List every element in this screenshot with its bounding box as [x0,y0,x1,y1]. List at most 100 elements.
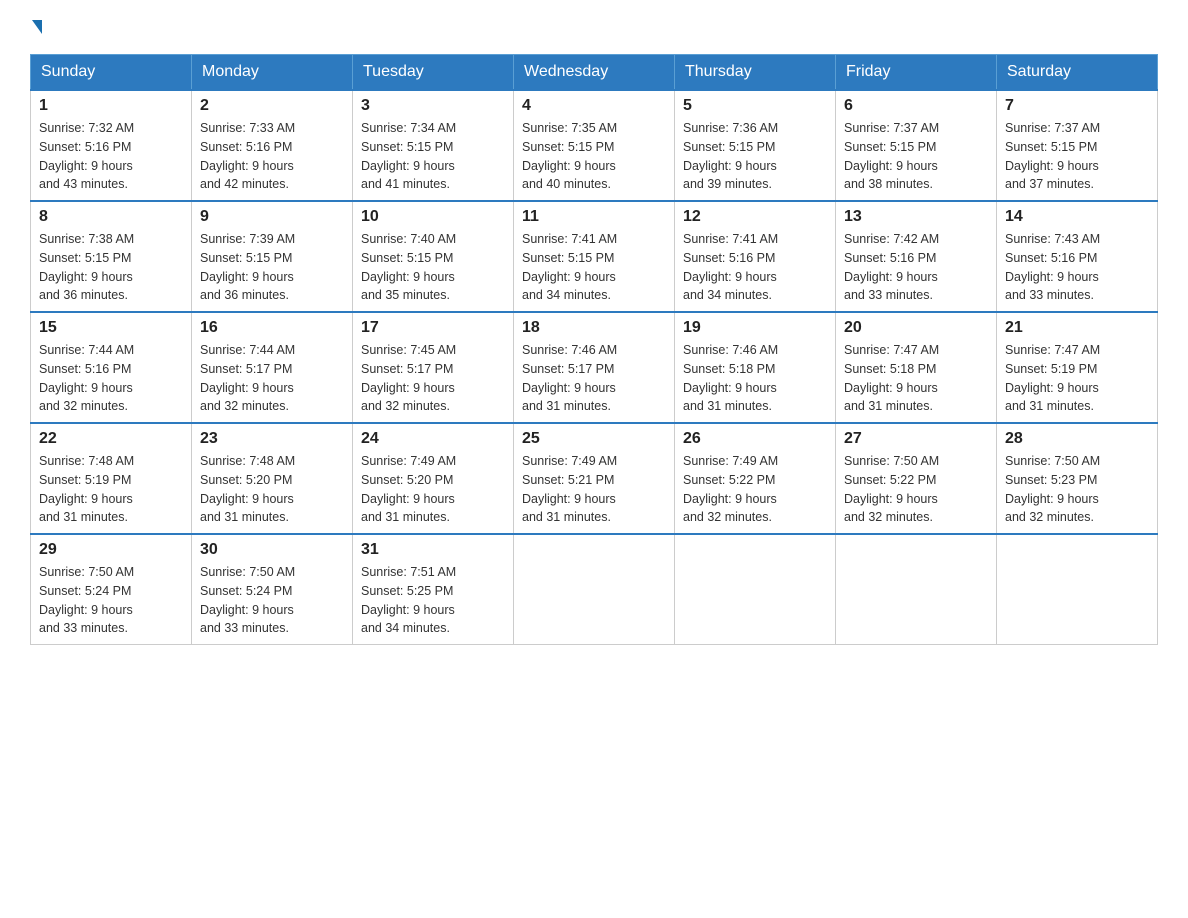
calendar-week-row: 22 Sunrise: 7:48 AM Sunset: 5:19 PM Dayl… [31,423,1158,534]
day-info: Sunrise: 7:49 AM Sunset: 5:20 PM Dayligh… [361,452,505,527]
day-of-week-header: Friday [836,55,997,91]
day-number: 11 [522,208,666,226]
calendar-day-cell: 24 Sunrise: 7:49 AM Sunset: 5:20 PM Dayl… [353,423,514,534]
calendar-day-cell: 10 Sunrise: 7:40 AM Sunset: 5:15 PM Dayl… [353,201,514,312]
day-number: 27 [844,430,988,448]
day-number: 5 [683,97,827,115]
day-info: Sunrise: 7:50 AM Sunset: 5:24 PM Dayligh… [200,563,344,638]
day-info: Sunrise: 7:47 AM Sunset: 5:18 PM Dayligh… [844,341,988,416]
day-info: Sunrise: 7:37 AM Sunset: 5:15 PM Dayligh… [844,119,988,194]
day-info: Sunrise: 7:40 AM Sunset: 5:15 PM Dayligh… [361,230,505,305]
day-info: Sunrise: 7:44 AM Sunset: 5:17 PM Dayligh… [200,341,344,416]
day-number: 14 [1005,208,1149,226]
day-number: 6 [844,97,988,115]
calendar-day-cell: 21 Sunrise: 7:47 AM Sunset: 5:19 PM Dayl… [997,312,1158,423]
day-info: Sunrise: 7:42 AM Sunset: 5:16 PM Dayligh… [844,230,988,305]
calendar-day-cell: 23 Sunrise: 7:48 AM Sunset: 5:20 PM Dayl… [192,423,353,534]
day-number: 24 [361,430,505,448]
calendar-header-row: SundayMondayTuesdayWednesdayThursdayFrid… [31,55,1158,91]
calendar-day-cell [836,534,997,645]
calendar-week-row: 15 Sunrise: 7:44 AM Sunset: 5:16 PM Dayl… [31,312,1158,423]
day-info: Sunrise: 7:41 AM Sunset: 5:16 PM Dayligh… [683,230,827,305]
day-info: Sunrise: 7:48 AM Sunset: 5:19 PM Dayligh… [39,452,183,527]
day-number: 21 [1005,319,1149,337]
day-info: Sunrise: 7:39 AM Sunset: 5:15 PM Dayligh… [200,230,344,305]
calendar-day-cell: 6 Sunrise: 7:37 AM Sunset: 5:15 PM Dayli… [836,90,997,201]
day-number: 25 [522,430,666,448]
day-info: Sunrise: 7:49 AM Sunset: 5:22 PM Dayligh… [683,452,827,527]
day-number: 29 [39,541,183,559]
calendar-day-cell: 17 Sunrise: 7:45 AM Sunset: 5:17 PM Dayl… [353,312,514,423]
day-of-week-header: Thursday [675,55,836,91]
day-info: Sunrise: 7:50 AM Sunset: 5:23 PM Dayligh… [1005,452,1149,527]
day-of-week-header: Wednesday [514,55,675,91]
day-info: Sunrise: 7:51 AM Sunset: 5:25 PM Dayligh… [361,563,505,638]
calendar-week-row: 8 Sunrise: 7:38 AM Sunset: 5:15 PM Dayli… [31,201,1158,312]
day-info: Sunrise: 7:34 AM Sunset: 5:15 PM Dayligh… [361,119,505,194]
day-number: 15 [39,319,183,337]
day-info: Sunrise: 7:47 AM Sunset: 5:19 PM Dayligh… [1005,341,1149,416]
day-number: 13 [844,208,988,226]
day-number: 20 [844,319,988,337]
calendar-day-cell: 19 Sunrise: 7:46 AM Sunset: 5:18 PM Dayl… [675,312,836,423]
day-info: Sunrise: 7:38 AM Sunset: 5:15 PM Dayligh… [39,230,183,305]
day-info: Sunrise: 7:43 AM Sunset: 5:16 PM Dayligh… [1005,230,1149,305]
day-number: 3 [361,97,505,115]
calendar-day-cell: 7 Sunrise: 7:37 AM Sunset: 5:15 PM Dayli… [997,90,1158,201]
calendar-day-cell [514,534,675,645]
day-number: 8 [39,208,183,226]
calendar-day-cell: 29 Sunrise: 7:50 AM Sunset: 5:24 PM Dayl… [31,534,192,645]
day-number: 16 [200,319,344,337]
calendar-day-cell: 12 Sunrise: 7:41 AM Sunset: 5:16 PM Dayl… [675,201,836,312]
calendar-day-cell: 11 Sunrise: 7:41 AM Sunset: 5:15 PM Dayl… [514,201,675,312]
day-info: Sunrise: 7:50 AM Sunset: 5:24 PM Dayligh… [39,563,183,638]
day-info: Sunrise: 7:48 AM Sunset: 5:20 PM Dayligh… [200,452,344,527]
day-info: Sunrise: 7:45 AM Sunset: 5:17 PM Dayligh… [361,341,505,416]
calendar-day-cell: 15 Sunrise: 7:44 AM Sunset: 5:16 PM Dayl… [31,312,192,423]
day-info: Sunrise: 7:37 AM Sunset: 5:15 PM Dayligh… [1005,119,1149,194]
day-of-week-header: Saturday [997,55,1158,91]
page-header [30,20,1158,34]
day-number: 31 [361,541,505,559]
calendar-day-cell: 13 Sunrise: 7:42 AM Sunset: 5:16 PM Dayl… [836,201,997,312]
day-number: 1 [39,97,183,115]
day-of-week-header: Tuesday [353,55,514,91]
calendar-day-cell [997,534,1158,645]
day-info: Sunrise: 7:32 AM Sunset: 5:16 PM Dayligh… [39,119,183,194]
day-number: 12 [683,208,827,226]
day-number: 30 [200,541,344,559]
logo-triangle-icon [32,20,42,34]
day-number: 26 [683,430,827,448]
day-number: 19 [683,319,827,337]
logo [30,20,42,34]
calendar-day-cell: 28 Sunrise: 7:50 AM Sunset: 5:23 PM Dayl… [997,423,1158,534]
day-number: 23 [200,430,344,448]
calendar-day-cell: 5 Sunrise: 7:36 AM Sunset: 5:15 PM Dayli… [675,90,836,201]
day-info: Sunrise: 7:46 AM Sunset: 5:17 PM Dayligh… [522,341,666,416]
day-number: 9 [200,208,344,226]
day-number: 28 [1005,430,1149,448]
calendar-table: SundayMondayTuesdayWednesdayThursdayFrid… [30,54,1158,645]
calendar-day-cell: 18 Sunrise: 7:46 AM Sunset: 5:17 PM Dayl… [514,312,675,423]
calendar-day-cell: 3 Sunrise: 7:34 AM Sunset: 5:15 PM Dayli… [353,90,514,201]
calendar-day-cell: 16 Sunrise: 7:44 AM Sunset: 5:17 PM Dayl… [192,312,353,423]
calendar-day-cell: 2 Sunrise: 7:33 AM Sunset: 5:16 PM Dayli… [192,90,353,201]
day-number: 18 [522,319,666,337]
day-info: Sunrise: 7:35 AM Sunset: 5:15 PM Dayligh… [522,119,666,194]
day-number: 22 [39,430,183,448]
calendar-week-row: 1 Sunrise: 7:32 AM Sunset: 5:16 PM Dayli… [31,90,1158,201]
day-info: Sunrise: 7:33 AM Sunset: 5:16 PM Dayligh… [200,119,344,194]
day-info: Sunrise: 7:49 AM Sunset: 5:21 PM Dayligh… [522,452,666,527]
day-number: 7 [1005,97,1149,115]
calendar-day-cell: 4 Sunrise: 7:35 AM Sunset: 5:15 PM Dayli… [514,90,675,201]
day-info: Sunrise: 7:44 AM Sunset: 5:16 PM Dayligh… [39,341,183,416]
day-info: Sunrise: 7:46 AM Sunset: 5:18 PM Dayligh… [683,341,827,416]
day-of-week-header: Sunday [31,55,192,91]
calendar-day-cell: 27 Sunrise: 7:50 AM Sunset: 5:22 PM Dayl… [836,423,997,534]
calendar-day-cell: 9 Sunrise: 7:39 AM Sunset: 5:15 PM Dayli… [192,201,353,312]
day-of-week-header: Monday [192,55,353,91]
calendar-week-row: 29 Sunrise: 7:50 AM Sunset: 5:24 PM Dayl… [31,534,1158,645]
day-number: 17 [361,319,505,337]
calendar-day-cell: 14 Sunrise: 7:43 AM Sunset: 5:16 PM Dayl… [997,201,1158,312]
calendar-day-cell: 20 Sunrise: 7:47 AM Sunset: 5:18 PM Dayl… [836,312,997,423]
